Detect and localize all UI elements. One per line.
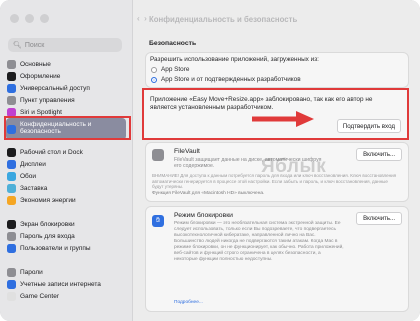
zoom-window-button[interactable] (40, 14, 49, 23)
display-icon (7, 159, 16, 169)
lock-screen-icon (7, 219, 16, 229)
sidebar-item[interactable]: Game Center (6, 290, 126, 302)
sidebar-item-label: Рабочий стол и Dock (20, 148, 83, 156)
lock-icon (7, 231, 16, 241)
red-arrow-icon (252, 111, 314, 127)
blocked-app-message: Приложение «Easy Move+Resize.app» заблок… (150, 96, 373, 111)
sidebar-item[interactable]: Пользователи и группы (6, 242, 126, 254)
accessibility-icon (7, 83, 16, 93)
allow-apps-label: Разрешить использование приложений, загр… (150, 56, 319, 63)
sidebar-item-label: Оформление (20, 72, 61, 80)
sidebar-item-label: Пользователи и группы (20, 244, 91, 252)
close-window-button[interactable] (10, 14, 19, 23)
wallpaper-icon (7, 171, 16, 181)
gear-icon (7, 59, 16, 69)
sidebar-item-label: Универсальный доступ (20, 84, 90, 92)
sidebar-item-label: Экран блокировки (20, 220, 75, 228)
radio-label: App Store (161, 66, 190, 73)
sidebar-item[interactable]: Пароли (6, 266, 126, 278)
confirm-open-button[interactable]: Подтвердить вход (336, 119, 401, 133)
at-icon (7, 279, 16, 289)
control-center-icon (7, 95, 16, 105)
sidebar-item[interactable]: Универсальный доступ (6, 82, 126, 94)
filevault-status: Функция FileVault для «Macintosh HD» вык… (152, 191, 265, 196)
sidebar-item[interactable]: Оформление (6, 70, 126, 82)
game-center-icon (7, 291, 16, 301)
window-title: Конфиденциальность и безопасность (149, 15, 298, 24)
radio-app-store-and-developers[interactable]: App Store и от подтвержденных разработчи… (151, 76, 301, 83)
sidebar-item-label: Siri и Spotlight (20, 108, 62, 116)
sidebar-item-label: Пароль для входа (20, 232, 75, 240)
main-content: ‹ › Конфиденциальность и безопасность Бе… (133, 0, 420, 321)
sidebar-item-label: Заставка (20, 184, 48, 192)
settings-window: 🔍︎ Поиск Основные Оформление Универсальный… (0, 0, 420, 321)
lockdown-card: ✋︎ Режим блокировки Режим блокировки — э… (145, 206, 409, 312)
sidebar-item[interactable]: Экран блокировки (6, 218, 126, 230)
watermark: Яблык (261, 156, 327, 177)
sidebar-item[interactable]: Рабочий стол и Dock (6, 146, 126, 158)
key-icon (7, 267, 16, 277)
sidebar-item-label: Пароли (20, 268, 43, 276)
minimize-window-button[interactable] (25, 14, 34, 23)
lockdown-more-link[interactable]: Подробнее... (174, 300, 203, 305)
filevault-title: FileVault (174, 148, 200, 155)
filevault-icon (152, 149, 164, 161)
sidebar-item-label: Экономия энергии (20, 196, 76, 204)
filevault-enable-button[interactable]: Включить... (356, 148, 402, 161)
sidebar-item-label: Пункт управления (20, 96, 75, 104)
appearance-icon (7, 71, 16, 81)
sidebar-selection-highlight (4, 116, 131, 140)
sidebar-item[interactable]: Обои (6, 170, 126, 182)
back-forward-arrows[interactable]: ‹ › (137, 14, 147, 23)
radio-app-store[interactable]: App Store (151, 66, 189, 73)
allow-apps-card: Разрешить использование приложений, загр… (145, 52, 409, 88)
sidebar-item-label: Дисплеи (20, 160, 46, 168)
sidebar-item-label: Учетные записи интернета (20, 280, 101, 288)
sidebar-item[interactable]: Экономия энергии (6, 194, 126, 206)
sidebar-item[interactable]: Заставка (6, 182, 126, 194)
sidebar-item[interactable]: Дисплеи (6, 158, 126, 170)
energy-icon (7, 195, 16, 205)
search-placeholder: Поиск (24, 41, 45, 49)
sidebar: 🔍︎ Поиск Основные Оформление Универсальный… (0, 0, 133, 321)
radio-button[interactable] (151, 66, 157, 73)
lockdown-enable-button[interactable]: Включить... (356, 212, 402, 225)
screensaver-icon (7, 183, 16, 193)
sidebar-item-label: Обои (20, 172, 37, 180)
users-icon (7, 243, 16, 253)
window-controls (10, 14, 49, 23)
sidebar-item[interactable]: Основные (6, 58, 126, 70)
sidebar-item[interactable]: Пароль для входа (6, 230, 126, 242)
lockdown-description: Режим блокировки — это необязательная си… (174, 221, 344, 262)
radio-button-selected[interactable] (151, 76, 157, 83)
sidebar-item-label: Game Center (20, 292, 60, 300)
sidebar-item-label: Основные (20, 60, 51, 68)
sidebar-item[interactable]: Пункт управления (6, 94, 126, 106)
lockdown-title: Режим блокировки (174, 212, 233, 219)
section-title: Безопасность (149, 40, 197, 47)
radio-label: App Store и от подтвержденных разработчи… (161, 76, 301, 83)
sidebar-item[interactable]: Учетные записи интернета (6, 278, 126, 290)
dock-icon (7, 147, 16, 157)
search-icon: 🔍︎ (13, 42, 22, 49)
search-input[interactable]: 🔍︎ Поиск (8, 38, 122, 52)
hand-icon: ✋︎ (152, 215, 164, 227)
